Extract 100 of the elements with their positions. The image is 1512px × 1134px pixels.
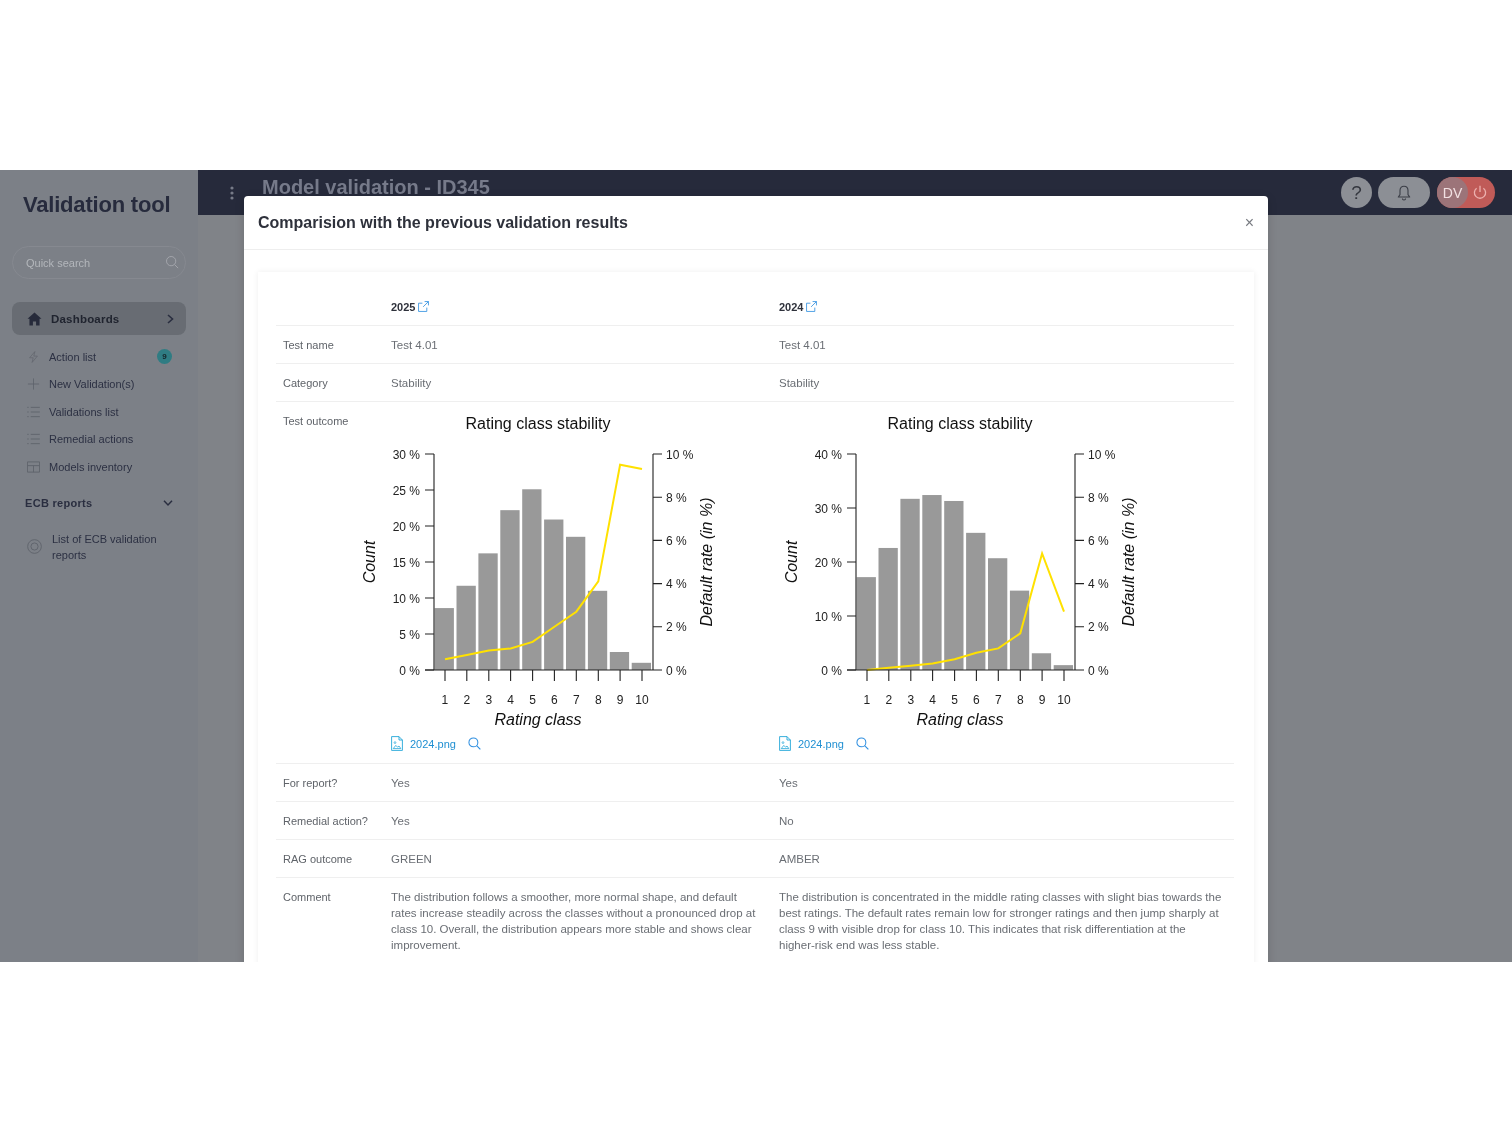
tick-label: 6 %: [1087, 533, 1109, 548]
tick-label: 5: [950, 693, 958, 707]
tick-label: 20 %: [814, 555, 842, 570]
file-link[interactable]: 2024.png: [779, 736, 844, 751]
row-label: Remedial action?: [283, 814, 368, 827]
dialog-title: Comparision with the previous validation results: [258, 213, 628, 232]
tick-label: 10 %: [814, 609, 842, 624]
tick-label: 2: [885, 693, 892, 707]
power-icon[interactable]: [1473, 185, 1487, 200]
table-cell: The distribution follows a smoother, more normal shape, and default rates increase steadily across the classes without a pronounced drop at class 10. Overall, the distribution appears more stable and shows clear improvement.: [391, 890, 756, 951]
nav-item[interactable]: New Validation(s): [12, 370, 186, 398]
tick-label: 1: [863, 693, 870, 707]
tick-label: 1: [441, 693, 449, 707]
row-label: For report?: [283, 776, 338, 789]
tick-label: 0 %: [666, 663, 687, 678]
tick-label: 15 %: [392, 555, 420, 570]
tick-label: 10 %: [666, 447, 694, 462]
help-button[interactable]: ?: [1341, 177, 1372, 208]
table-cell: GREEN: [391, 852, 432, 865]
external-link-icon[interactable]: [806, 301, 818, 312]
tick-label: 8 %: [666, 490, 687, 505]
tick-label: 0 %: [820, 663, 842, 678]
tick-label: 40 %: [814, 447, 842, 462]
tick-label: 5 %: [399, 627, 420, 642]
image-file-icon: [391, 736, 403, 751]
notifications-button[interactable]: [1378, 177, 1430, 208]
chart-title: Rating class stability: [465, 415, 611, 432]
tick-label: 0 %: [399, 663, 420, 678]
tick-label: 2: [463, 693, 471, 707]
row-label: Comment: [283, 890, 331, 903]
table-cell: No: [779, 814, 794, 827]
count-badge: 9: [157, 349, 172, 365]
tick-label: 6 %: [666, 533, 687, 548]
tick-label: 6: [972, 693, 980, 707]
plus-icon: [27, 378, 40, 391]
row-label: Test name: [283, 338, 334, 351]
table-cell: Test 4.01: [779, 338, 826, 351]
nav-item[interactable]: Validations list: [12, 398, 186, 426]
tick-label: 30 %: [814, 501, 842, 516]
nav-item[interactable]: List of ECB validation reports: [12, 526, 186, 567]
kebab-menu-icon[interactable]: [230, 185, 234, 200]
table-cell: The distribution is concentrated in the middle rating classes with slight bias towards the best ratings. The default rates remain low for stronger ratings and then jump sharply at class 9 with visible drop for class 10. This indicates that risk differentiation at the higher-risk end was less stable.: [779, 890, 1222, 951]
column-header: 2025: [391, 299, 416, 315]
row-label: Test outcome: [283, 414, 349, 427]
search-icon[interactable]: [467, 737, 481, 750]
tick-label: 4 %: [1087, 577, 1109, 592]
search-icon[interactable]: [855, 737, 869, 750]
table-cell: Test 4.01: [391, 338, 438, 351]
tick-label: 8 %: [1087, 490, 1109, 505]
axis-title: Default rate (in %): [698, 497, 715, 627]
histogram-bar: [1053, 665, 1073, 670]
section-header[interactable]: ECB reports: [12, 488, 186, 517]
nav-item[interactable]: Remedial actions: [12, 425, 186, 453]
image-file-icon: [779, 736, 791, 751]
tick-label: 3: [485, 693, 493, 707]
axis-title: Rating class: [494, 711, 582, 728]
tick-label: 2 %: [666, 620, 687, 635]
table-cell: AMBER: [779, 852, 820, 865]
chart-title: Rating class stability: [887, 415, 1032, 432]
tick-label: 25 %: [392, 483, 420, 498]
nav-item[interactable]: Models inventory: [12, 453, 186, 481]
page-title: Model validation - ID345: [262, 179, 490, 196]
tick-label: 9: [1038, 693, 1045, 707]
axis-title: Default rate (in %): [1119, 497, 1137, 627]
bell-icon: [1397, 184, 1411, 201]
tick-label: 8: [1016, 693, 1024, 707]
tick-label: 10 %: [392, 591, 420, 606]
target-icon: [27, 539, 42, 554]
file-link[interactable]: 2024.png: [391, 736, 456, 751]
app-title: Validation tool: [22, 192, 171, 218]
axis-title: Count: [782, 540, 800, 584]
table-cell: Stability: [779, 376, 820, 389]
tick-label: 0 %: [1087, 663, 1109, 678]
avatar[interactable]: DV: [1437, 177, 1468, 208]
tick-label: 4: [507, 693, 514, 707]
account-menu[interactable]: DV: [1437, 177, 1495, 208]
tick-label: 9: [616, 693, 624, 707]
axis-title: Count: [361, 540, 378, 584]
tick-label: 10 %: [1087, 447, 1115, 462]
tick-label: 6: [551, 693, 558, 707]
nav-item[interactable]: Action list 9: [12, 343, 186, 371]
tick-label: 30 %: [392, 447, 420, 462]
external-link-icon[interactable]: [418, 301, 430, 312]
table-cell: Yes: [779, 776, 798, 789]
tick-label: 4: [928, 693, 936, 707]
axis-title: Rating class: [915, 711, 1004, 728]
close-button[interactable]: ×: [1240, 213, 1254, 232]
table-cell: Stability: [391, 376, 432, 389]
nav-item[interactable]: Dashboards: [12, 302, 186, 335]
table-cell: Yes: [391, 776, 410, 789]
tick-label: 10: [1056, 693, 1071, 707]
tick-label: 5: [529, 693, 536, 707]
tick-label: 10: [635, 693, 649, 707]
home-icon: [27, 311, 42, 326]
column-header: 2024: [779, 299, 804, 315]
tick-label: 3: [906, 693, 914, 707]
table-icon: [27, 460, 40, 473]
tick-label: 7: [994, 693, 1002, 707]
tick-label: 2 %: [1087, 620, 1109, 635]
table-cell: Yes: [391, 814, 410, 827]
